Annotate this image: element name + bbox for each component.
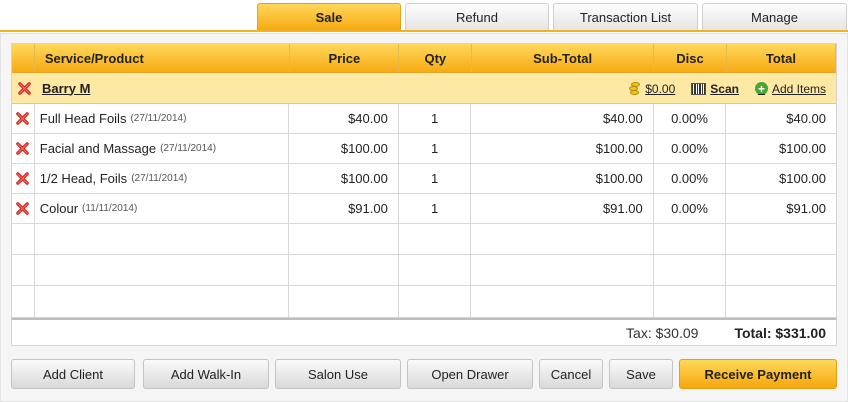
item-subtotal: $91.00 (471, 194, 654, 223)
remove-item-button[interactable] (12, 104, 35, 133)
item-total: $100.00 (779, 171, 826, 186)
client-name-link[interactable]: Barry M (42, 81, 90, 96)
item-qty[interactable]: 1 (399, 194, 472, 223)
header-subtotal: Sub-Total (472, 44, 655, 72)
table-header: Service/Product Price Qty Sub-Total Disc… (12, 44, 836, 73)
item-cell[interactable]: Facial and Massage (27/11/2014) (35, 134, 290, 163)
sale-items-table: Service/Product Price Qty Sub-Total Disc… (11, 43, 837, 318)
tab-transaction-list[interactable]: Transaction List (553, 3, 698, 31)
grand-total: Total: $331.00 (734, 324, 826, 341)
item-subtotal: $100.00 (471, 134, 654, 163)
table-row: Colour (11/11/2014) $91.00 1 $91.00 0.00%… (12, 194, 836, 224)
barcode-icon (691, 82, 707, 95)
totals-bar: Tax: $30.09 Total: $331.00 (11, 318, 837, 346)
client-balance-value: $0.00 (645, 81, 676, 96)
open-drawer-button[interactable]: Open Drawer (407, 359, 533, 389)
item-date: (11/11/2014) (82, 203, 138, 214)
tab-underline (0, 30, 848, 32)
item-subtotal: $40.00 (471, 104, 654, 133)
item-disc[interactable]: 0.00% (654, 194, 727, 223)
table-row: Facial and Massage (27/11/2014) $100.00 1… (12, 134, 836, 164)
item-disc[interactable]: 0.00% (654, 164, 727, 193)
item-disc[interactable]: 0.00% (654, 134, 727, 163)
header-qty: Qty (399, 44, 473, 72)
item-subtotal: $100.00 (471, 164, 654, 193)
item-cell[interactable]: 1/2 Head, Foils (27/11/2014) (35, 164, 290, 193)
item-total: $91.00 (786, 201, 826, 216)
item-name: 1/2 Head, Foils (39, 171, 128, 186)
item-disc[interactable]: 0.00% (654, 104, 727, 133)
receive-payment-button[interactable]: Receive Payment (679, 359, 837, 389)
remove-client-button[interactable] (12, 73, 37, 103)
scan-label: Scan (710, 81, 739, 96)
header-price: Price (290, 44, 400, 72)
tab-refund[interactable]: Refund (405, 3, 549, 31)
delete-x-icon (16, 172, 30, 185)
item-total: $100.00 (779, 141, 826, 156)
header-service: Service/Product (35, 44, 291, 72)
tab-manage[interactable]: Manage (702, 3, 847, 31)
item-name: Facial and Massage (39, 141, 157, 156)
coins-icon (627, 81, 641, 96)
remove-item-button[interactable] (12, 164, 35, 193)
add-walk-in-button[interactable]: Add Walk-In (143, 359, 269, 389)
item-name: Full Head Foils (39, 111, 127, 126)
delete-x-icon (18, 81, 31, 95)
item-qty[interactable]: 1 (399, 134, 472, 163)
item-cell[interactable]: Colour (11/11/2014) (35, 194, 290, 223)
tax-amount: Tax: $30.09 (626, 324, 699, 341)
scan-button[interactable]: Scan (691, 82, 739, 96)
table-row: 1/2 Head, Foils (27/11/2014) $100.00 1 $1… (12, 164, 836, 194)
salon-use-button[interactable]: Salon Use (275, 359, 401, 389)
add-items-button[interactable]: + Add Items (754, 81, 826, 96)
client-balance-link[interactable]: $0.00 (627, 81, 676, 96)
empty-row (12, 224, 836, 255)
item-price[interactable]: $40.00 (289, 104, 399, 133)
remove-item-button[interactable] (12, 194, 35, 223)
add-items-label: Add Items (771, 81, 826, 96)
item-price[interactable]: $91.00 (289, 194, 399, 223)
item-date: (27/11/2014) (131, 173, 188, 184)
cancel-button[interactable]: Cancel (539, 359, 603, 389)
tab-sale[interactable]: Sale (257, 3, 401, 31)
sale-panel: Service/Product Price Qty Sub-Total Disc… (0, 33, 848, 402)
item-qty[interactable]: 1 (399, 164, 472, 193)
item-date: (27/11/2014) (160, 143, 217, 154)
delete-x-icon (16, 112, 30, 125)
item-qty[interactable]: 1 (399, 104, 472, 133)
client-row: Barry M $0.00 Scan + Add Items (12, 73, 836, 104)
remove-item-button[interactable] (12, 134, 35, 163)
item-price[interactable]: $100.00 (289, 164, 399, 193)
empty-row (12, 286, 836, 317)
header-delete-col (12, 44, 35, 72)
item-date: (27/11/2014) (130, 113, 187, 124)
save-button[interactable]: Save (609, 359, 673, 389)
header-disc: Disc (654, 44, 727, 72)
header-total: Total (727, 44, 836, 72)
empty-row (12, 255, 836, 286)
add-client-button[interactable]: Add Client (11, 359, 135, 389)
table-row: Full Head Foils (27/11/2014) $40.00 1 $40… (12, 104, 836, 134)
delete-x-icon (16, 142, 30, 155)
item-price[interactable]: $100.00 (289, 134, 399, 163)
client-tools: $0.00 Scan + Add Items (627, 73, 826, 104)
item-cell[interactable]: Full Head Foils (27/11/2014) (35, 104, 290, 133)
item-total: $40.00 (786, 111, 826, 126)
plus-circle-icon: + (754, 82, 768, 95)
item-name: Colour (39, 201, 79, 216)
delete-x-icon (16, 202, 30, 215)
tab-bar: Sale Refund Transaction List Manage (0, 3, 848, 31)
